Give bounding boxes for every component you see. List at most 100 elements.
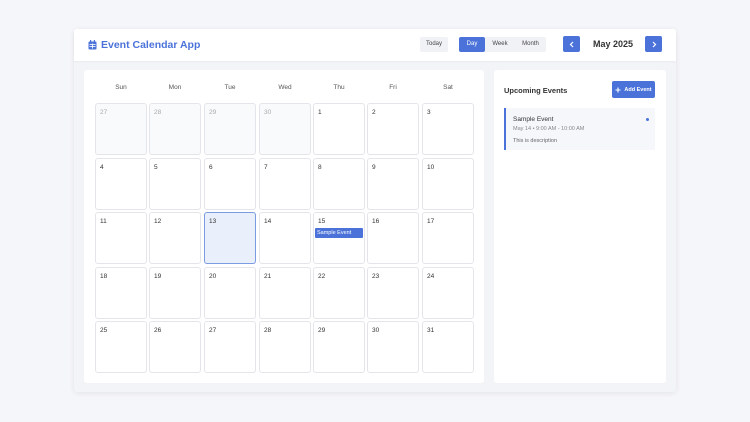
day-number: 9 [372, 164, 376, 171]
day-cell[interactable]: 14 [259, 212, 311, 264]
day-number: 18 [100, 273, 108, 280]
day-number: 17 [427, 218, 435, 225]
calendar-app: Event Calendar App Today Day Week Month … [74, 29, 676, 392]
weekday-header: Sat [443, 84, 453, 91]
upcoming-event-item[interactable]: Sample Event May 14 • 9:00 AM - 10:00 AM… [504, 108, 655, 150]
day-cell[interactable]: 15 Sample Event [313, 212, 365, 264]
view-day-button[interactable]: Day [459, 37, 485, 52]
day-cell[interactable]: 28 [259, 321, 311, 373]
day-number: 24 [427, 273, 435, 280]
app-title: Event Calendar App [101, 39, 201, 51]
day-number: 21 [264, 273, 272, 280]
day-cell[interactable]: 30 [259, 103, 311, 155]
day-cell[interactable]: 11 [95, 212, 147, 264]
weekday-header: Fri [389, 84, 397, 91]
day-cell[interactable]: 5 [149, 158, 201, 210]
day-number: 15 [318, 218, 326, 225]
day-number: 1 [318, 109, 322, 116]
day-cell[interactable]: 26 [149, 321, 201, 373]
day-number: 28 [264, 327, 272, 334]
day-number: 8 [318, 164, 322, 171]
day-cell-today[interactable]: 13 [204, 212, 256, 264]
day-cell[interactable]: 30 [367, 321, 419, 373]
day-number: 4 [100, 164, 104, 171]
chevron-left-icon [569, 41, 573, 47]
day-cell[interactable]: 7 [259, 158, 311, 210]
day-number: 31 [427, 327, 435, 334]
add-event-label: Add Event [624, 86, 652, 93]
weekday-header: Tue [224, 84, 236, 91]
day-cell[interactable]: 1 [313, 103, 365, 155]
day-number: 25 [100, 327, 108, 334]
calendar-icon [88, 40, 97, 50]
event-title: Sample Event [513, 116, 554, 123]
day-number: 16 [372, 218, 380, 225]
day-number: 6 [209, 164, 213, 171]
day-number: 10 [427, 164, 435, 171]
weekday-header: Wed [278, 84, 292, 91]
plus-icon [615, 87, 621, 92]
day-number: 30 [264, 109, 272, 116]
day-number: 2 [372, 109, 376, 116]
day-number: 27 [100, 109, 108, 116]
day-number: 12 [154, 218, 162, 225]
add-event-button[interactable]: Add Event [612, 81, 655, 98]
day-cell[interactable]: 29 [313, 321, 365, 373]
day-cell[interactable]: 24 [422, 267, 474, 319]
day-cell[interactable]: 10 [422, 158, 474, 210]
day-number: 26 [154, 327, 162, 334]
upcoming-events-title: Upcoming Events [504, 86, 568, 95]
view-week-button[interactable]: Week [485, 37, 515, 52]
day-number: 19 [154, 273, 162, 280]
day-number: 3 [427, 109, 431, 116]
weekday-header: Mon [168, 84, 182, 91]
day-number: 28 [154, 109, 162, 116]
day-cell[interactable]: 22 [313, 267, 365, 319]
day-cell[interactable]: 27 [204, 321, 256, 373]
day-cell[interactable]: 12 [149, 212, 201, 264]
day-cell[interactable]: 16 [367, 212, 419, 264]
calendar-event-chip[interactable]: Sample Event [315, 228, 363, 238]
day-cell[interactable]: 31 [422, 321, 474, 373]
day-number: 20 [209, 273, 217, 280]
day-cell[interactable]: 2 [367, 103, 419, 155]
next-month-button[interactable] [645, 36, 662, 52]
day-number: 23 [372, 273, 380, 280]
view-month-button[interactable]: Month [515, 37, 546, 52]
day-number: 22 [318, 273, 326, 280]
day-number: 27 [209, 327, 217, 334]
calendar-grid: Sun Mon Tue Wed Thu Fri Sat 27 28 29 30 1 2 3 4 5 6 7 8 9 10… [84, 70, 484, 383]
view-switcher: Day Week Month [459, 37, 546, 52]
day-cell[interactable]: 17 [422, 212, 474, 264]
day-cell[interactable]: 18 [95, 267, 147, 319]
day-number: 7 [264, 164, 268, 171]
day-number: 5 [154, 164, 158, 171]
day-cell[interactable]: 25 [95, 321, 147, 373]
day-cell[interactable]: 29 [204, 103, 256, 155]
day-cell[interactable]: 21 [259, 267, 311, 319]
day-cell[interactable]: 3 [422, 103, 474, 155]
day-cell[interactable]: 19 [149, 267, 201, 319]
prev-month-button[interactable] [563, 36, 580, 52]
day-cell[interactable]: 27 [95, 103, 147, 155]
today-button[interactable]: Today [420, 37, 448, 52]
day-cell[interactable]: 8 [313, 158, 365, 210]
event-time: May 14 • 9:00 AM - 10:00 AM [513, 126, 585, 132]
day-cell[interactable]: 9 [367, 158, 419, 210]
day-number: 29 [209, 109, 217, 116]
weekday-header: Sun [115, 84, 127, 91]
day-number: 29 [318, 327, 326, 334]
day-cell[interactable]: 4 [95, 158, 147, 210]
day-number: 11 [100, 218, 107, 225]
app-header: Event Calendar App Today Day Week Month … [74, 29, 676, 61]
day-cell[interactable]: 20 [204, 267, 256, 319]
day-number: 30 [372, 327, 380, 334]
day-cell[interactable]: 6 [204, 158, 256, 210]
event-description: This is description [513, 138, 558, 144]
upcoming-events-panel: Upcoming Events Add Event Sample Event M… [494, 70, 666, 383]
day-cell[interactable]: 23 [367, 267, 419, 319]
day-number: 14 [264, 218, 272, 225]
month-title: May 2025 [592, 39, 634, 49]
day-cell[interactable]: 28 [149, 103, 201, 155]
chevron-right-icon [652, 41, 656, 47]
